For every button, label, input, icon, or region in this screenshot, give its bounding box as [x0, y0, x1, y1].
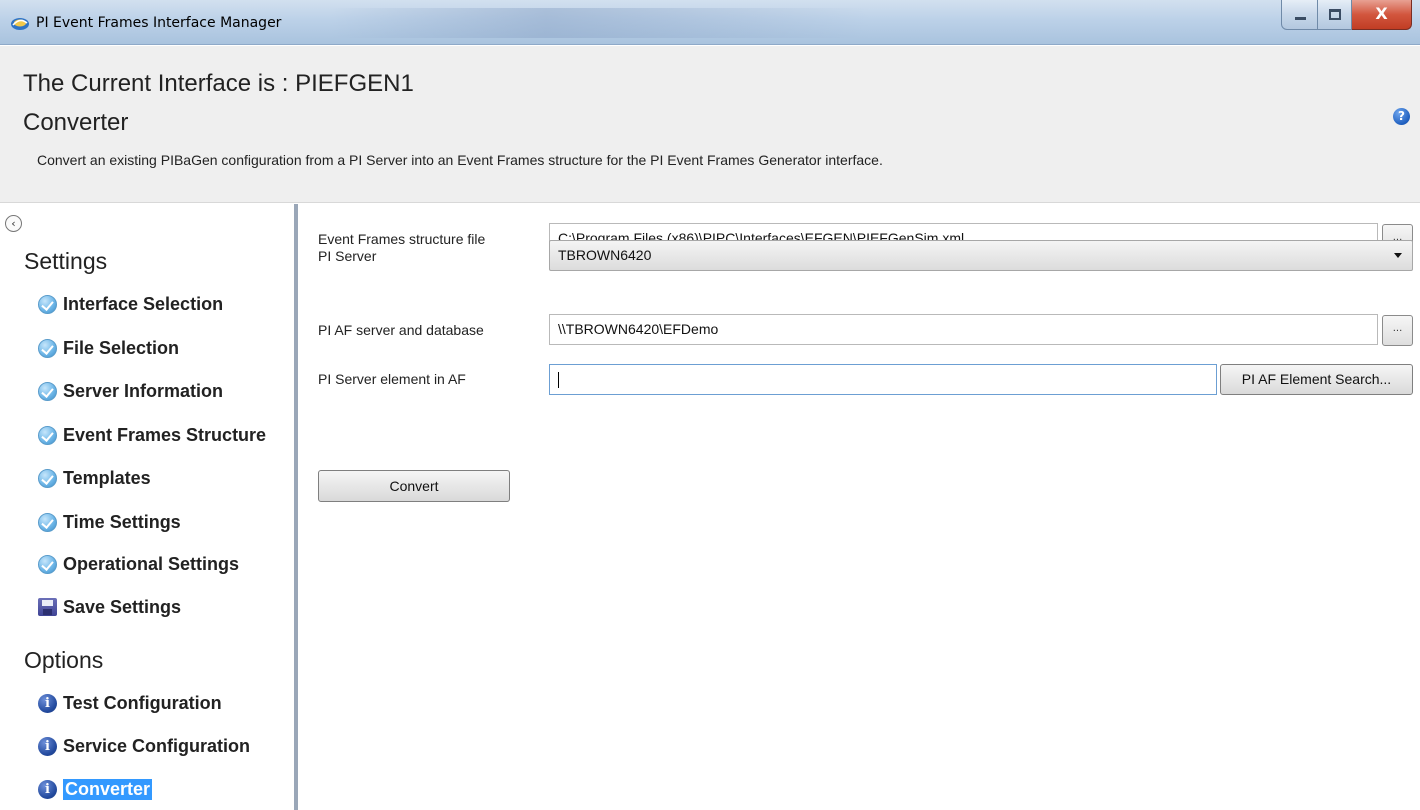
sidebar-item-label: Event Frames Structure	[63, 424, 267, 445]
check-circle-icon	[38, 338, 57, 358]
settings-section-title: Settings	[24, 248, 108, 274]
check-circle-icon	[38, 381, 57, 401]
sidebar-item-label: Templates	[63, 467, 151, 488]
sidebar-item-label: File Selection	[63, 337, 180, 358]
title-bar-sheen	[330, 8, 870, 38]
structure-file-label: Event Frames structure file	[318, 231, 486, 247]
af-element-search-button[interactable]: PI AF Element Search...	[1220, 364, 1413, 395]
minimize-button[interactable]	[1281, 0, 1318, 30]
server-element-input[interactable]	[549, 364, 1217, 395]
sidebar-item-label: Converter	[63, 778, 153, 800]
sidebar-item-file-selection[interactable]: File Selection	[38, 334, 179, 362]
info-icon: i	[38, 736, 57, 756]
maximize-button[interactable]	[1318, 0, 1352, 30]
info-icon: i	[38, 779, 57, 799]
title-bar: PI Event Frames Interface Manager X	[0, 0, 1420, 45]
af-database-input[interactable]: \\TBROWN6420\EFDemo	[549, 314, 1378, 345]
sidebar-item-interface-selection[interactable]: Interface Selection	[38, 290, 223, 318]
page-subtitle: Converter	[23, 109, 129, 136]
sidebar-item-label: Save Settings	[63, 596, 182, 617]
sidebar-item-label: Service Configuration	[63, 735, 251, 756]
sidebar: ‹ Settings Interface Selection File Sele…	[0, 204, 298, 810]
page-title: The Current Interface is : PIEFGEN1	[23, 70, 414, 97]
check-circle-icon	[38, 512, 57, 532]
af-database-label: PI AF server and database	[318, 322, 484, 338]
text-caret	[558, 372, 559, 389]
check-circle-icon	[38, 554, 57, 574]
convert-button[interactable]: Convert	[318, 470, 510, 502]
chevron-down-icon	[1394, 253, 1402, 258]
info-icon: i	[38, 693, 57, 713]
server-element-label: PI Server element in AF	[318, 371, 466, 387]
sidebar-item-templates[interactable]: Templates	[38, 464, 151, 492]
sidebar-item-label: Test Configuration	[63, 692, 222, 713]
pi-server-select[interactable]: TBROWN6420	[549, 240, 1413, 271]
collapse-sidebar-icon[interactable]: ‹	[5, 215, 22, 232]
check-circle-icon	[38, 468, 57, 488]
options-section-title: Options	[24, 647, 104, 673]
floppy-disk-icon	[38, 598, 57, 616]
page-header: The Current Interface is : PIEFGEN1 Conv…	[0, 46, 1420, 203]
check-circle-icon	[38, 294, 57, 314]
sidebar-item-event-frames-structure[interactable]: Event Frames Structure	[38, 421, 266, 449]
maximize-icon	[1329, 9, 1341, 20]
pi-server-label: PI Server	[318, 248, 377, 264]
sidebar-item-label: Time Settings	[63, 511, 181, 532]
browse-af-database-button[interactable]: ...	[1382, 315, 1413, 346]
sidebar-item-operational-settings[interactable]: Operational Settings	[38, 550, 239, 578]
sidebar-item-label: Operational Settings	[63, 553, 240, 574]
window-controls: X	[1281, 0, 1412, 30]
close-button[interactable]: X	[1352, 0, 1412, 30]
pi-server-selected-value: TBROWN6420	[558, 247, 652, 263]
window-title: PI Event Frames Interface Manager	[36, 15, 282, 31]
help-icon[interactable]: ?	[1393, 108, 1410, 125]
minimize-icon	[1295, 17, 1306, 20]
sidebar-item-label: Interface Selection	[63, 293, 224, 314]
sidebar-item-time-settings[interactable]: Time Settings	[38, 508, 181, 536]
sidebar-item-converter[interactable]: i Converter	[38, 775, 153, 803]
page-description: Convert an existing PIBaGen configuratio…	[37, 152, 883, 168]
close-icon: X	[1375, 4, 1388, 23]
sidebar-item-test-configuration[interactable]: i Test Configuration	[38, 689, 222, 717]
sidebar-item-service-configuration[interactable]: i Service Configuration	[38, 732, 250, 760]
check-circle-icon	[38, 425, 57, 445]
sidebar-item-save-settings[interactable]: Save Settings	[38, 593, 181, 621]
sidebar-item-server-information[interactable]: Server Information	[38, 377, 223, 405]
pi-app-icon	[11, 18, 29, 30]
converter-form: Event Frames structure file C:\Program F…	[302, 204, 1420, 810]
sidebar-item-label: Server Information	[63, 380, 224, 401]
